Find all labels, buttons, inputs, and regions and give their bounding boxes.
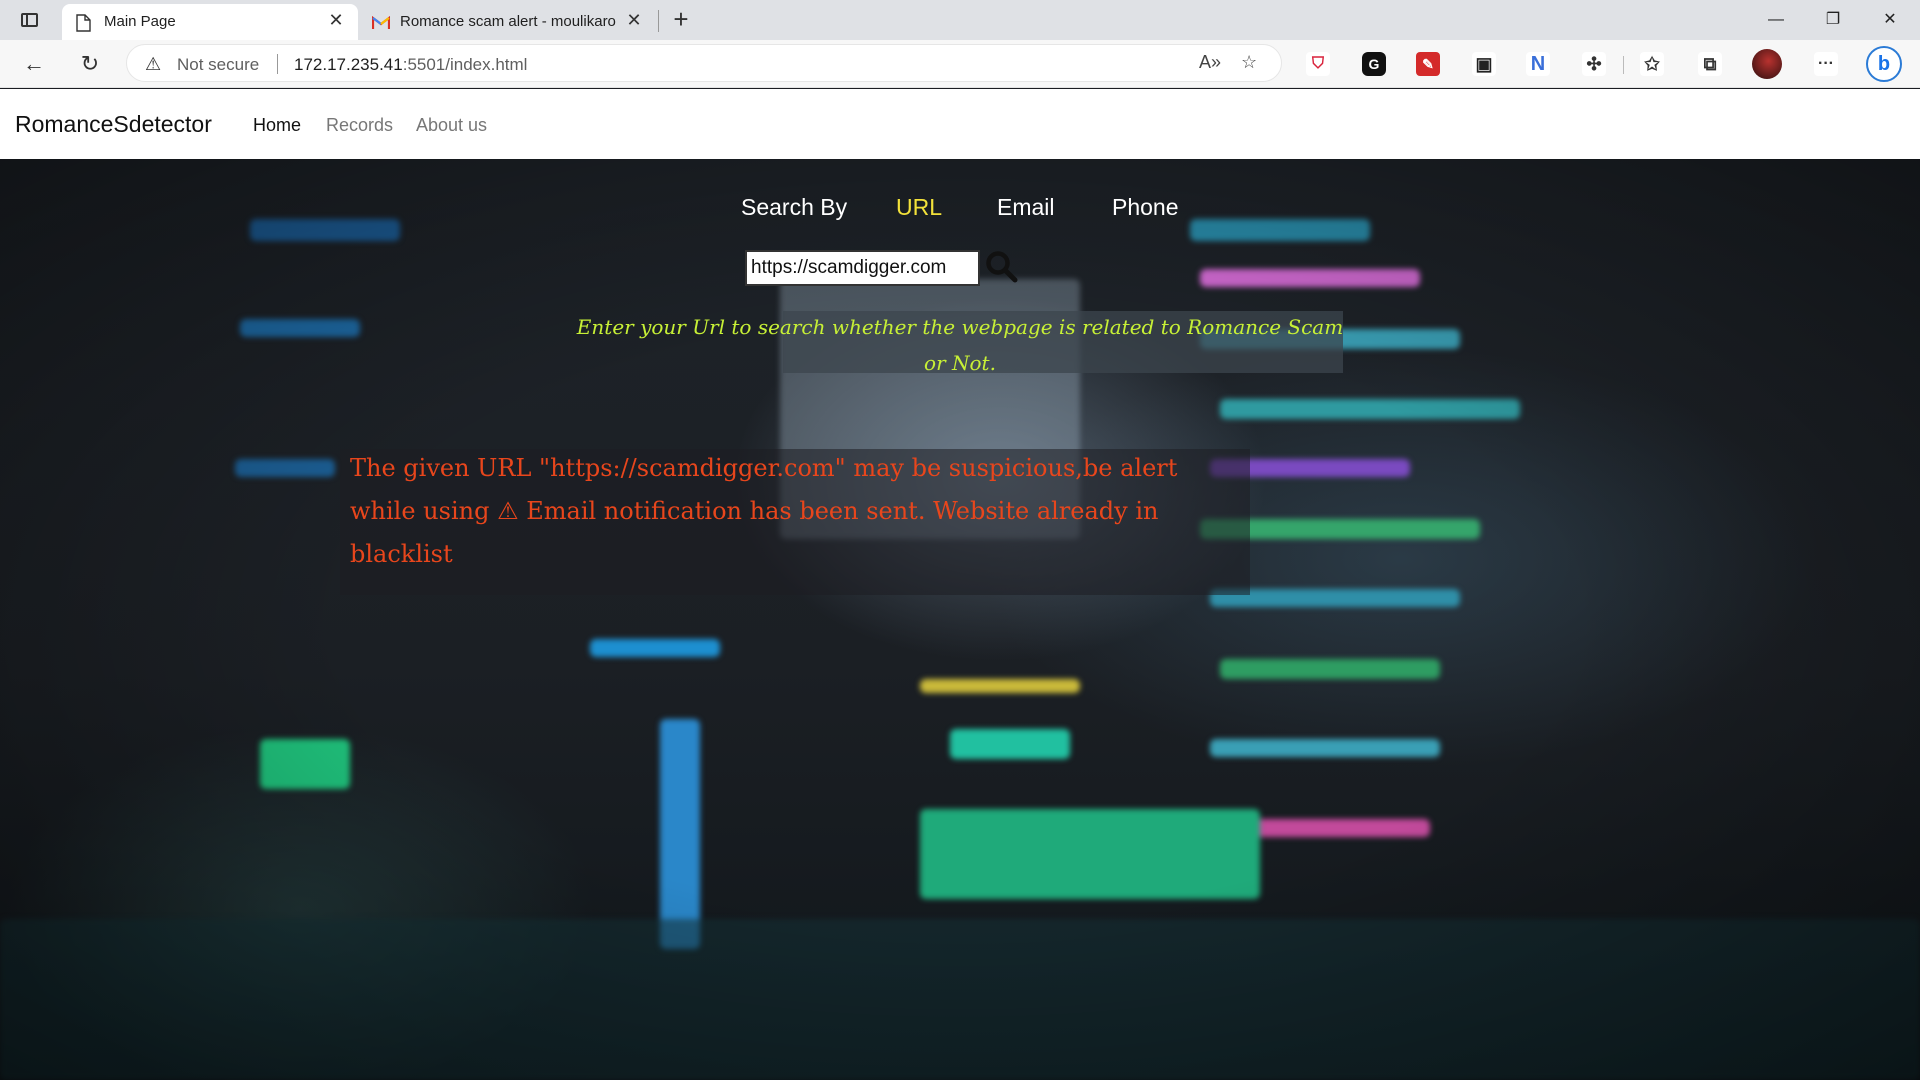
close-tab-icon[interactable]: ✕	[622, 10, 646, 31]
search-by-label: Search By	[741, 194, 848, 220]
pocket-extension-icon[interactable]: ⛉	[1306, 52, 1330, 76]
site-brand[interactable]: RomanceSdetector	[15, 111, 212, 138]
url-host: 172.17.235.41	[294, 55, 403, 74]
web-page: RomanceSdetector Home Records About us S…	[0, 89, 1920, 1080]
browser-toolbar: ← ↻ ⚠ Not secure 172.17.235.41:5501/inde…	[0, 40, 1920, 88]
n-extension-icon[interactable]: N	[1526, 52, 1550, 76]
warning-icon: ⚠	[145, 54, 162, 74]
background-vignette	[0, 159, 1920, 1080]
favorites-icon[interactable]: ✩	[1640, 52, 1664, 76]
close-tab-icon[interactable]: ✕	[324, 10, 348, 31]
collections-icon[interactable]: ⧉	[1698, 52, 1722, 76]
address-divider	[277, 54, 278, 74]
screen-extension-icon[interactable]: ▣	[1472, 52, 1496, 76]
pdf-extension-icon[interactable]: ✎	[1416, 52, 1440, 76]
url-text[interactable]: 172.17.235.41:5501/index.html	[294, 55, 527, 75]
security-label[interactable]: Not secure	[177, 55, 259, 75]
nav-records[interactable]: Records	[326, 115, 393, 136]
new-tab-button[interactable]: +	[666, 4, 696, 35]
toolbar-divider	[1623, 56, 1624, 74]
hero-section: Search By URL Email Phone Enter your Url…	[0, 159, 1920, 1080]
search-icon[interactable]	[984, 249, 1020, 285]
bing-icon[interactable]: b	[1866, 46, 1902, 82]
gmail-icon	[372, 16, 390, 29]
search-help-text: Enter your Url to search whether the web…	[576, 315, 1344, 375]
tab-actions-icon[interactable]	[18, 9, 42, 31]
search-option-phone[interactable]: Phone	[1112, 194, 1179, 221]
page-icon	[76, 14, 91, 32]
add-favorite-icon[interactable]: ☆	[1241, 52, 1257, 73]
refresh-icon[interactable]: ↻	[74, 48, 106, 80]
profile-avatar[interactable]	[1752, 49, 1782, 79]
more-options-icon[interactable]: ···	[1814, 52, 1838, 76]
extensions-puzzle-icon[interactable]: ✣	[1582, 52, 1606, 76]
scam-alert-message: The given URL "https://scamdigger.com" m…	[350, 454, 1178, 568]
browser-tab-bar: Main Page ✕ Romance scam alert - moulika…	[0, 0, 1920, 40]
back-arrow-icon[interactable]: ←	[18, 48, 50, 80]
tab-title: Romance scam alert - moulikaro	[400, 13, 616, 30]
browser-tab-gmail[interactable]: Romance scam alert - moulikaro ✕	[362, 4, 656, 40]
address-bar[interactable]: ⚠ Not secure 172.17.235.41:5501/index.ht…	[126, 44, 1282, 82]
search-option-email[interactable]: Email	[997, 194, 1055, 221]
tab-divider	[658, 10, 659, 32]
site-navbar: RomanceSdetector Home Records About us	[0, 89, 1920, 159]
close-window-button[interactable]: ✕	[1870, 6, 1910, 34]
search-option-url[interactable]: URL	[896, 194, 942, 221]
tab-title: Main Page	[104, 13, 176, 30]
url-path: :5501/index.html	[402, 55, 528, 74]
g-extension-icon[interactable]: G	[1362, 52, 1386, 76]
minimize-button[interactable]: —	[1756, 6, 1796, 34]
restore-button[interactable]: ❐	[1813, 6, 1853, 34]
nav-home[interactable]: Home	[253, 115, 301, 136]
browser-tab-main-page[interactable]: Main Page ✕	[62, 4, 358, 40]
url-search-input[interactable]	[745, 250, 980, 286]
read-aloud-icon[interactable]: A»	[1199, 52, 1221, 73]
nav-about-us[interactable]: About us	[416, 115, 487, 136]
